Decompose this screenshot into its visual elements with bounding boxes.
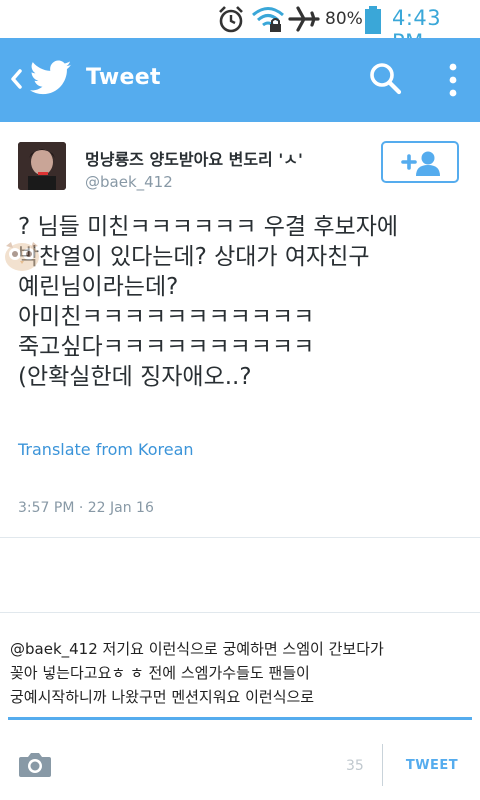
battery-percent: 80% xyxy=(325,9,363,29)
tweet-button[interactable]: TWEET xyxy=(396,744,468,786)
reply-focus-underline xyxy=(8,717,472,720)
tweet-line: 박찬열이 있다는데? 상대가 여자친구 xyxy=(18,244,370,270)
avatar[interactable] xyxy=(18,142,66,190)
alarm-clock-icon xyxy=(219,6,243,33)
status-bar: 80% 4:43 PM xyxy=(0,0,480,54)
reply-compose-field[interactable]: @baek_412 저기요 이런식으로 궁예하면 스엠이 간보다가 꽂아 넣는다… xyxy=(0,612,480,721)
display-name[interactable]: 멍냥룡즈 양도받아요 변도리 'ㅅ' xyxy=(85,146,303,170)
character-count: 35 xyxy=(346,758,364,774)
airplane-mode-icon xyxy=(288,6,320,32)
toolbar-divider xyxy=(382,744,383,786)
add-user-icon xyxy=(401,151,440,176)
search-icon[interactable] xyxy=(368,60,404,98)
translate-link[interactable]: Translate from Korean xyxy=(18,440,194,459)
avatar-image xyxy=(18,142,66,190)
follow-button[interactable] xyxy=(381,141,459,183)
twitter-bird-icon[interactable] xyxy=(30,59,72,97)
tweet-line: (안확실한데 징자애오..? xyxy=(18,364,252,390)
more-options-icon[interactable] xyxy=(438,60,468,100)
tweet-line: ? 님들 미친ㅋㅋㅋㅋㅋㅋ 우결 후보자에 xyxy=(18,214,399,240)
page-title: Tweet xyxy=(86,65,161,90)
tweet-line: 아미친ㅋㅋㅋㅋㅋㅋㅋㅋㅋㅋㅋ xyxy=(18,304,315,330)
tweet-line: 죽고싶다ㅋㅋㅋㅋㅋㅋㅋㅋㅋㅋ xyxy=(18,334,315,360)
reply-line: 궁예시작하니까 나왔구먼 멘션지워요 이런식으로 xyxy=(10,688,315,706)
camera-icon[interactable] xyxy=(18,750,52,778)
divider xyxy=(0,537,480,538)
app-bar: Tweet xyxy=(0,38,480,122)
reply-text[interactable]: @baek_412 저기요 이런식으로 궁예하면 스엠이 간보다가 꽂아 넣는다… xyxy=(10,637,472,709)
compose-toolbar: 35 TWEET xyxy=(0,722,480,800)
battery-icon xyxy=(365,6,381,34)
wifi-lock-icon xyxy=(252,7,284,32)
tweet-text: ? 님들 미친ㅋㅋㅋㅋㅋㅋ 우결 후보자에 박찬열이 있다는데? 상대가 여자친… xyxy=(18,212,468,392)
reply-line: @baek_412 저기요 이런식으로 궁예하면 스엠이 간보다가 xyxy=(10,640,384,658)
back-icon[interactable] xyxy=(5,64,27,94)
tweet-line: 예린님이라는데? xyxy=(18,274,179,300)
floating-owl-icon[interactable] xyxy=(2,238,42,272)
reply-line: 꽂아 넣는다고요ㅎ ㅎ 전에 스엠가수들도 팬들이 xyxy=(10,664,310,682)
tweet-timestamp: 3:57 PM · 22 Jan 16 xyxy=(18,500,154,516)
user-handle[interactable]: @baek_412 xyxy=(85,173,173,191)
